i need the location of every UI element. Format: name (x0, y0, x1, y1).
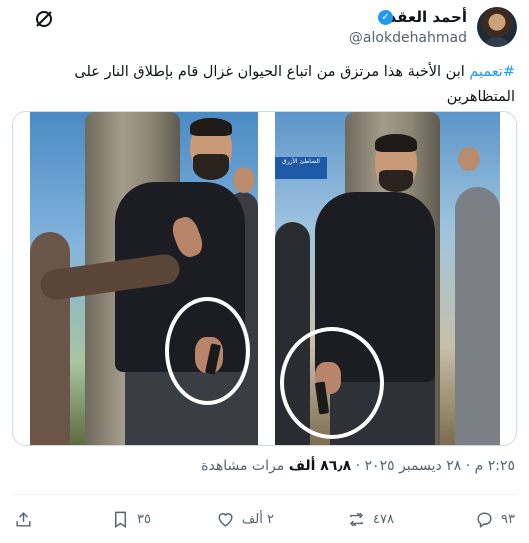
views-count: ٨٦٫٨ ألف (288, 458, 352, 474)
divider (12, 494, 517, 495)
reply-count: ٩٣ (501, 511, 515, 527)
bookmark-button[interactable]: ٣٥ (111, 506, 151, 532)
bookmark-icon (115, 511, 126, 528)
tweet-time[interactable]: ٢:٢٥ م (475, 458, 515, 474)
grok-icon[interactable] (34, 9, 54, 29)
tweet-text: #تعميم ابن الأخبة هذا مرتزق من اتباع الح… (15, 60, 515, 110)
repost-icon (349, 512, 364, 526)
photo-left[interactable] (30, 112, 258, 445)
tweet-meta: ٢:٢٥ م · ٢٨ ديسمبر ٢٠٢٥ · ٨٦٫٨ ألف مرات … (201, 458, 515, 474)
avatar[interactable] (477, 7, 517, 47)
share-icon (16, 511, 31, 527)
repost-count: ٤٧٨ (373, 511, 394, 527)
action-bar: ٩٣ ٤٧٨ ٢ ألف ٣٥ (0, 506, 529, 532)
verified-badge-icon: ✓ (378, 10, 393, 25)
meta-separator: · (465, 458, 471, 474)
tweet-header: أحمد العقدة ✓ @alokdehahmad (0, 0, 529, 56)
author-handle[interactable]: @alokdehahmad (349, 30, 467, 46)
highlight-circle (280, 327, 384, 439)
heart-icon (218, 512, 233, 527)
meta-separator: · (355, 458, 361, 474)
tweet-date[interactable]: ٢٨ ديسمبر ٢٠٢٥ (365, 458, 462, 474)
photo-right[interactable]: الشاطئ الأزرق (275, 112, 500, 445)
hashtag-link[interactable]: #تعميم (469, 64, 515, 80)
like-button[interactable]: ٢ ألف (216, 506, 274, 532)
views-label: مرات مشاهدة (201, 458, 285, 474)
repost-button[interactable]: ٤٧٨ (347, 506, 394, 532)
street-sign: الشاطئ الأزرق (275, 157, 327, 179)
bookmark-count: ٣٥ (137, 511, 151, 527)
tweet-body: ابن الأخبة هذا مرتزق من اتباع الحيوان غز… (74, 64, 515, 105)
highlight-circle (165, 297, 250, 405)
like-count: ٢ ألف (241, 511, 274, 527)
share-button[interactable] (14, 506, 33, 532)
tweet-media[interactable]: الشاطئ الأزرق (12, 111, 517, 446)
reply-icon (477, 511, 492, 528)
reply-button[interactable]: ٩٣ (475, 506, 515, 532)
